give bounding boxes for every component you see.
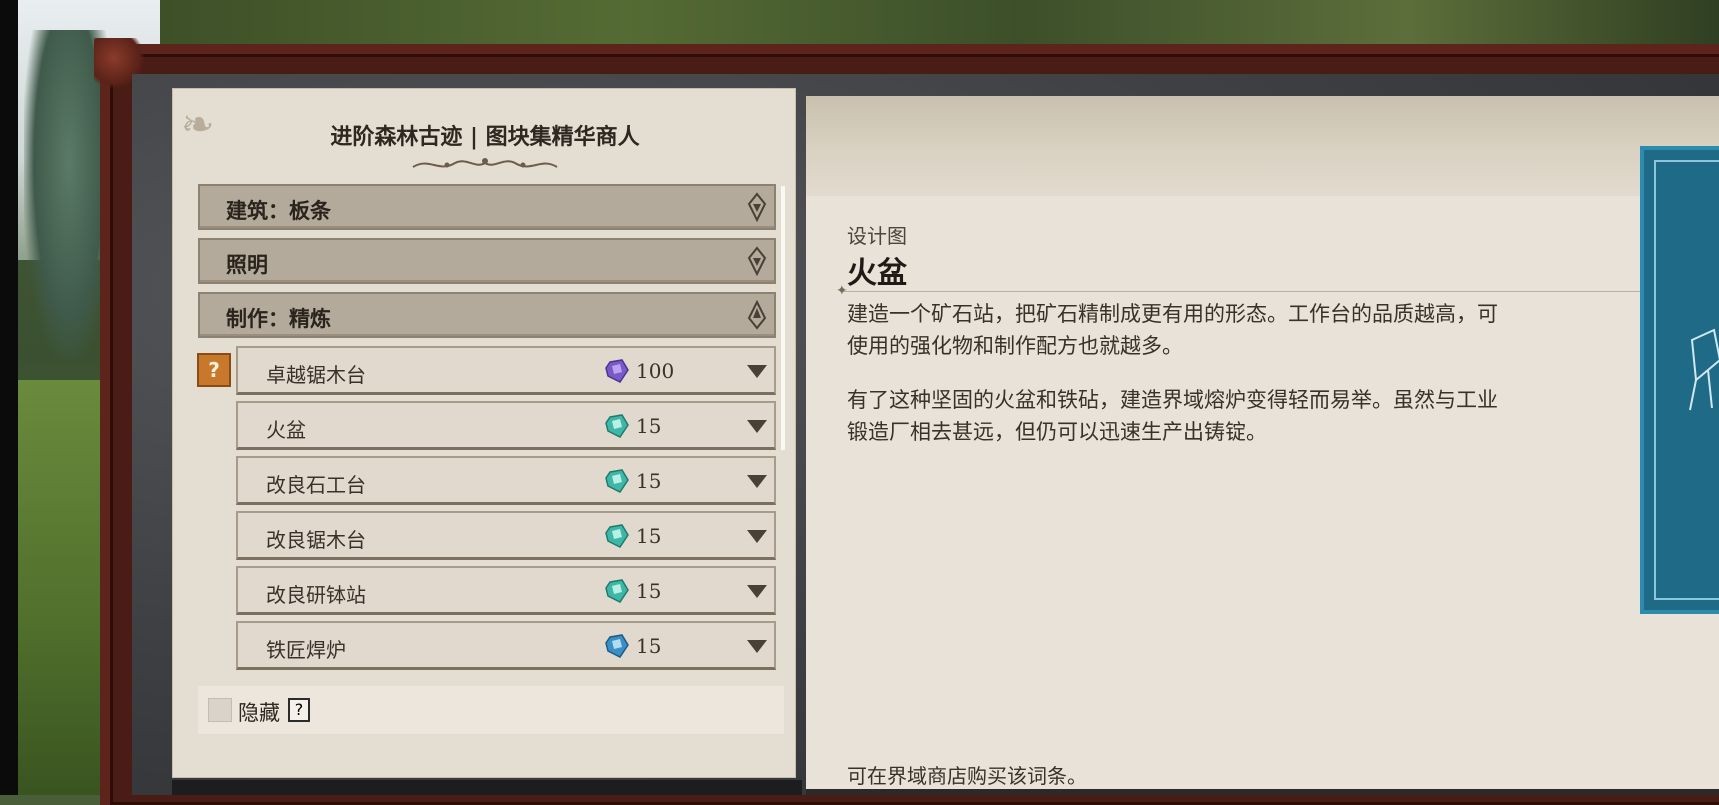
item-label: 改良石工台 [266, 473, 366, 497]
item-label: 铁匠焊炉 [266, 638, 346, 662]
list-item-improved-mortar-station[interactable]: 改良研钵站 15 [236, 566, 776, 615]
teal-gem-icon [605, 414, 629, 438]
triangle-down-icon[interactable] [746, 418, 768, 434]
item-label: 卓越锯木台 [266, 363, 366, 387]
bottom-frame-edge [172, 780, 802, 795]
category-label: 照明 [226, 252, 268, 277]
item-price: 15 [636, 579, 662, 603]
triangle-down-icon[interactable] [746, 638, 768, 654]
teal-gem-icon [605, 524, 629, 548]
item-price: 15 [636, 414, 662, 438]
background-foliage [160, 0, 1719, 48]
title-flourish-icon [412, 158, 558, 168]
hide-label: 隐藏 [238, 701, 280, 725]
triangle-down-icon[interactable] [746, 583, 768, 599]
detail-divider [842, 291, 1719, 292]
category-label: 建筑：板条 [226, 198, 331, 223]
bottom-hint-bar [806, 789, 1719, 795]
item-price: 15 [636, 469, 662, 493]
teal-gem-icon [605, 579, 629, 603]
blue-gem-icon [605, 634, 629, 658]
item-price: 15 [636, 524, 662, 548]
category-building-slats[interactable]: 建筑：板条 [198, 184, 776, 230]
parchment-header [806, 96, 1719, 196]
screen-edge [0, 0, 18, 795]
question-card-icon[interactable]: ? [288, 698, 310, 722]
detail-footer: 可在界域商店购买该词条。 [847, 764, 1087, 788]
sparkle-icon: ✦ [836, 283, 848, 299]
list-scrollbar[interactable] [781, 186, 785, 450]
category-crafting-refining[interactable]: 制作：精炼 [198, 292, 776, 338]
triangle-down-icon[interactable] [746, 473, 768, 489]
list-item-improved-stoneworks[interactable]: 改良石工台 15 [236, 456, 776, 505]
blueprint-preview-image [1640, 146, 1719, 614]
brazier-sketch-icon [1689, 328, 1719, 411]
drop-pin-down-icon [747, 192, 767, 222]
item-price: 15 [636, 634, 662, 658]
detail-description-1: 建造一个矿石站，把矿石精制成更有用的形态。工作台的品质越高，可使用的强化物和制作… [847, 302, 1498, 358]
merchant-title: 进阶森林古迹 | 图块集精华商人 [330, 124, 640, 150]
background-grass [18, 380, 113, 795]
triangle-down-icon[interactable] [746, 528, 768, 544]
drop-pin-down-icon [747, 246, 767, 276]
list-item-brazier[interactable]: 火盆 15 [236, 401, 776, 450]
list-item-superior-sawmill[interactable]: 卓越锯木台 100 [236, 346, 776, 395]
item-price: 100 [636, 359, 675, 383]
detail-title: 火盆 [847, 256, 907, 291]
item-label: 改良锯木台 [266, 528, 366, 552]
item-label: 改良研钵站 [266, 583, 366, 607]
triangle-down-icon[interactable] [746, 363, 768, 379]
hide-checkbox[interactable] [208, 698, 232, 722]
list-item-blacksmith-forge[interactable]: 铁匠焊炉 15 [236, 621, 776, 670]
category-label: 制作：精炼 [226, 306, 331, 331]
hide-toggle-row: 隐藏 ? [198, 686, 784, 734]
question-card-icon[interactable]: ? [197, 353, 231, 387]
purple-gem-icon [605, 359, 629, 383]
category-lighting[interactable]: 照明 [198, 238, 776, 284]
detail-description-2: 有了这种坚固的火盆和铁砧，建造界域熔炉变得轻而易举。虽然与工业锻造厂相去甚远，但… [847, 388, 1498, 444]
drop-pin-up-icon [747, 300, 767, 330]
detail-subtitle: 设计图 [847, 224, 907, 248]
teal-gem-icon [605, 469, 629, 493]
item-label: 火盆 [266, 418, 306, 442]
list-item-improved-sawmill[interactable]: 改良锯木台 15 [236, 511, 776, 560]
